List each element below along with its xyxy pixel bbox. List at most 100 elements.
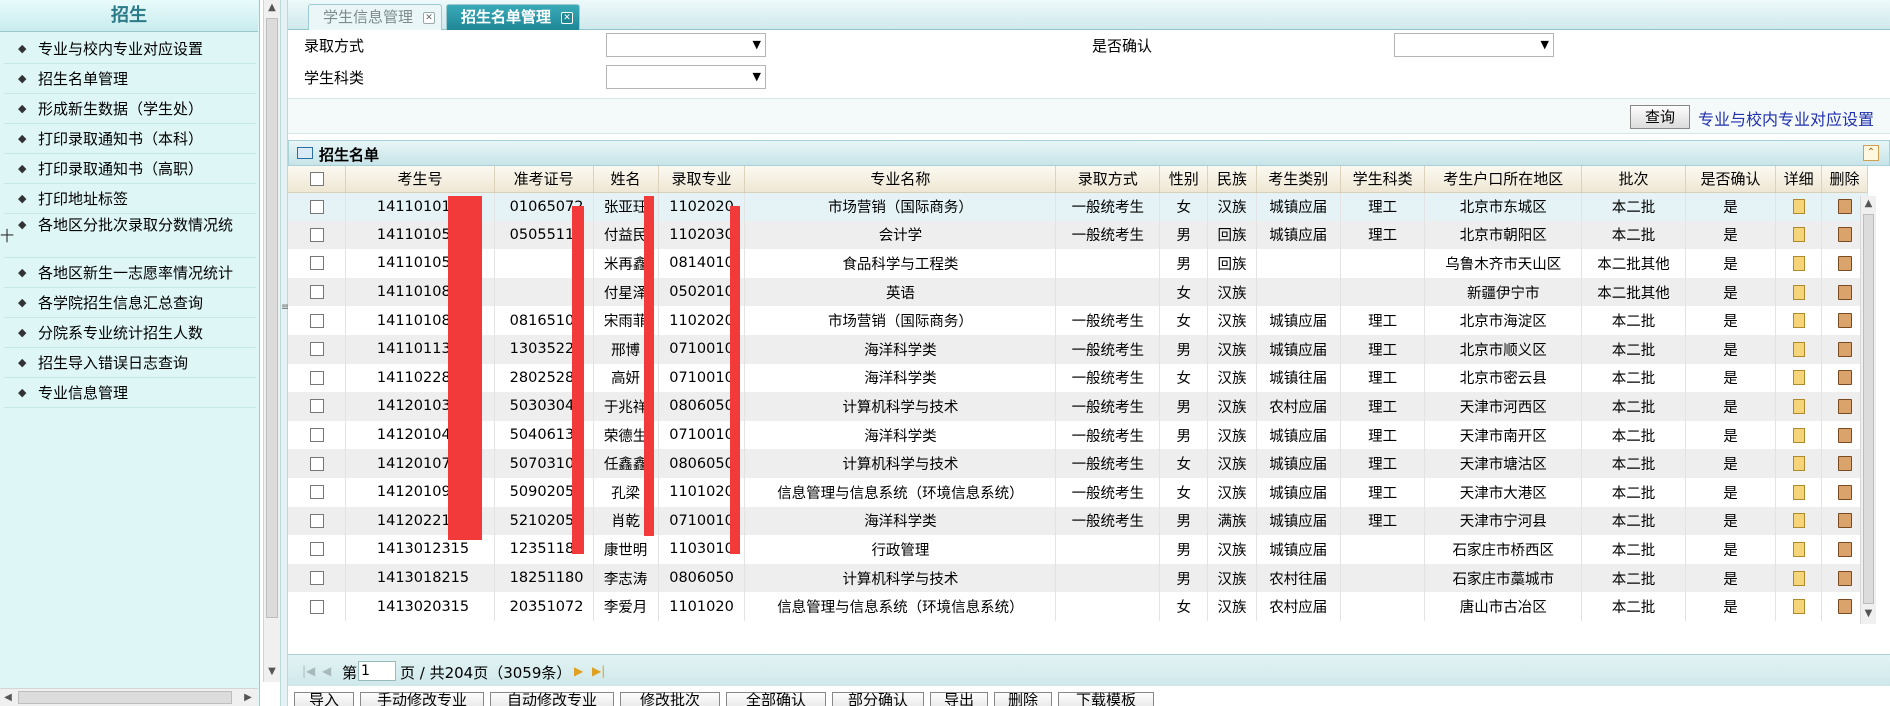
sidebar-item[interactable]: ◆ 分院系专业统计招生人数 bbox=[4, 318, 256, 348]
sidebar-item[interactable]: ◆ 各地区分批次录取分数情况统 bbox=[4, 214, 256, 258]
admission-method-select[interactable]: ▼ bbox=[606, 33, 766, 57]
table-row[interactable]: 1411011315 13035222 邢博 0710010 海洋科学类 一般统考生男汉族… bbox=[288, 334, 1868, 364]
trash-icon[interactable] bbox=[1837, 541, 1852, 557]
scroll-thumb[interactable] bbox=[1863, 214, 1874, 604]
detail-icon[interactable] bbox=[1792, 313, 1805, 329]
sidebar-item[interactable]: ◆ 专业与校内专业对应设置 bbox=[4, 34, 256, 64]
column-header[interactable]: 考生类别 bbox=[1256, 166, 1341, 193]
toolbar-button[interactable]: 修改批次 bbox=[620, 692, 720, 706]
table-row[interactable]: 1413020315 20351072 李爱月 1101020 信息管理与信息系统（环境… bbox=[288, 592, 1868, 621]
row-checkbox[interactable] bbox=[309, 199, 324, 214]
sidebar-item[interactable]: ◆ 各地区新生一志愿率情况统计 bbox=[4, 258, 256, 288]
column-header[interactable]: 性别 bbox=[1159, 166, 1209, 193]
toolbar-button[interactable]: 导入 bbox=[294, 692, 354, 706]
toolbar-button[interactable]: 部分确认 bbox=[832, 692, 924, 706]
trash-icon[interactable] bbox=[1837, 427, 1852, 443]
row-checkbox[interactable] bbox=[309, 428, 324, 443]
row-checkbox[interactable] bbox=[309, 599, 324, 614]
toolbar-button[interactable]: 手动修改专业 bbox=[360, 692, 484, 706]
close-icon[interactable]: ✕ bbox=[561, 12, 573, 24]
prev-page-icon[interactable]: ◀ bbox=[322, 664, 331, 678]
detail-icon[interactable] bbox=[1792, 427, 1805, 443]
table-row[interactable]: 1411010115 01065072 张亚珏 1102020 市场营销（国际商务） 一般… bbox=[288, 192, 1868, 221]
detail-icon[interactable] bbox=[1792, 370, 1805, 386]
tab-admission-list[interactable]: 招生名单管理 ✕ bbox=[446, 4, 580, 30]
table-row[interactable]: 1412010395 50303046 于兆祥 0806050 计算机科学与技术 一般统考… bbox=[288, 392, 1868, 421]
row-checkbox[interactable] bbox=[309, 485, 324, 500]
table-row[interactable]: 1411022815 28025280 高妍 0710010 海洋科学类 一般统考生女汉族… bbox=[288, 363, 1868, 393]
table-row[interactable]: 1411010815 付星泽 0502010 英语女汉族 新疆伊宁市 本二批其他是 bbox=[288, 277, 1868, 307]
detail-icon[interactable] bbox=[1792, 398, 1805, 414]
trash-icon[interactable] bbox=[1837, 370, 1852, 386]
row-checkbox[interactable] bbox=[309, 399, 324, 414]
scroll-right-icon[interactable]: ▶ bbox=[240, 689, 256, 706]
column-header[interactable]: 姓名 bbox=[593, 166, 659, 193]
toolbar-button[interactable]: 全部确认 bbox=[726, 692, 826, 706]
detail-icon[interactable] bbox=[1792, 599, 1805, 615]
toolbar-button[interactable]: 下载模板 bbox=[1058, 692, 1154, 706]
detail-icon[interactable] bbox=[1792, 570, 1805, 586]
trash-icon[interactable] bbox=[1837, 227, 1852, 243]
layout-splitter[interactable]: ≡ bbox=[280, 0, 289, 706]
table-row[interactable]: 1412010995 50902054 孔梁 1101020 信息管理与信息系统（环境信… bbox=[288, 477, 1868, 507]
row-checkbox[interactable] bbox=[309, 342, 324, 357]
trash-icon[interactable] bbox=[1837, 484, 1852, 500]
column-header[interactable]: 考生户口所在地区 bbox=[1424, 166, 1583, 193]
detail-icon[interactable] bbox=[1792, 227, 1805, 243]
table-row[interactable]: 1411010815 08165101 宋雨菲 1102020 市场营销（国际商务） 一般… bbox=[288, 306, 1868, 335]
trash-icon[interactable] bbox=[1837, 398, 1852, 414]
last-page-icon[interactable]: ▶| bbox=[592, 664, 605, 678]
trash-icon[interactable] bbox=[1837, 255, 1852, 271]
detail-icon[interactable] bbox=[1792, 513, 1805, 529]
collapse-icon[interactable]: ⌃ bbox=[1863, 145, 1879, 161]
row-checkbox[interactable] bbox=[309, 256, 324, 271]
column-header[interactable]: 是否确认 bbox=[1685, 166, 1777, 193]
detail-icon[interactable] bbox=[1792, 284, 1805, 300]
scroll-up-icon[interactable]: ▲ bbox=[264, 0, 280, 16]
select-all-checkbox[interactable] bbox=[309, 172, 324, 187]
grid-vertical-scrollbar[interactable]: ▲ ▼ bbox=[1860, 196, 1876, 624]
tab-student-info[interactable]: 学生信息管理 ✕ bbox=[308, 4, 442, 30]
table-row[interactable]: 1413012315 12351182 康世明 1103010 行政管理男汉族 城镇应届石… bbox=[288, 535, 1868, 564]
sidebar-item[interactable]: ◆ 打印地址标签 bbox=[4, 184, 256, 214]
scroll-up-icon[interactable]: ▲ bbox=[1861, 196, 1876, 212]
table-row[interactable]: 1412022195 52102059 肖乾 0710010 海洋科学类 一般统考生男满族… bbox=[288, 506, 1868, 536]
sidebar-item[interactable]: ◆ 专业信息管理 bbox=[4, 378, 256, 408]
column-header[interactable]: 民族 bbox=[1207, 166, 1257, 193]
column-header[interactable]: 批次 bbox=[1581, 166, 1686, 193]
confirmed-select[interactable]: ▼ bbox=[1394, 33, 1554, 57]
detail-icon[interactable] bbox=[1792, 484, 1805, 500]
trash-icon[interactable] bbox=[1837, 341, 1852, 357]
column-header[interactable]: 准考证号 bbox=[494, 166, 594, 193]
table-row[interactable]: 1412010797 50703104 任鑫鑫 0806050 计算机科学与技术 一般统考… bbox=[288, 449, 1868, 478]
trash-icon[interactable] bbox=[1837, 456, 1852, 472]
row-checkbox[interactable] bbox=[309, 513, 324, 528]
subject-select[interactable]: ▼ bbox=[606, 65, 766, 89]
scroll-left-icon[interactable]: ◀ bbox=[0, 689, 16, 706]
column-header[interactable]: 录取专业 bbox=[658, 166, 746, 193]
query-button[interactable]: 查询 bbox=[1630, 105, 1690, 129]
row-checkbox[interactable] bbox=[309, 571, 324, 586]
detail-icon[interactable] bbox=[1792, 541, 1805, 557]
scroll-down-icon[interactable]: ▼ bbox=[264, 664, 280, 680]
sidebar-item[interactable]: ◆ 打印录取通知书（高职） bbox=[4, 154, 256, 184]
table-row[interactable]: 1413018215 18251180 李志涛 0806050 计算机科学与技术 男汉族农… bbox=[288, 563, 1868, 593]
major-mapping-link[interactable]: 专业与校内专业对应设置 bbox=[1698, 106, 1874, 130]
row-checkbox[interactable] bbox=[309, 542, 324, 557]
sidebar-item[interactable]: ◆ 招生导入错误日志查询 bbox=[4, 348, 256, 378]
column-header[interactable]: 录取方式 bbox=[1055, 166, 1161, 193]
trash-icon[interactable] bbox=[1837, 284, 1852, 300]
detail-icon[interactable] bbox=[1792, 456, 1805, 472]
column-header[interactable]: 考生号 bbox=[345, 166, 495, 193]
detail-icon[interactable] bbox=[1792, 341, 1805, 357]
trash-icon[interactable] bbox=[1837, 199, 1852, 215]
sidebar-collapse-handle[interactable]: 十 bbox=[0, 226, 14, 246]
row-checkbox[interactable] bbox=[309, 370, 324, 385]
toolbar-button[interactable]: 删除 bbox=[994, 692, 1052, 706]
column-header[interactable]: 专业名称 bbox=[744, 166, 1057, 193]
row-checkbox[interactable] bbox=[309, 456, 324, 471]
table-row[interactable]: 1411010515 米再鑫 0814010 食品科学与工程类男回族 乌鲁木齐市天山区本… bbox=[288, 249, 1868, 278]
scroll-thumb[interactable] bbox=[266, 18, 278, 618]
scroll-thumb[interactable] bbox=[18, 691, 232, 704]
row-checkbox[interactable] bbox=[309, 285, 324, 300]
